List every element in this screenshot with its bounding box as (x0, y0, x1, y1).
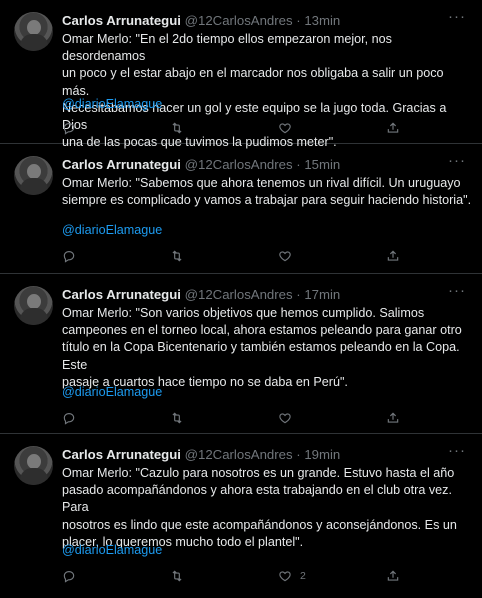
tweet-actions: 2 (62, 568, 402, 584)
avatar[interactable] (14, 446, 53, 485)
separator-dot: · (296, 157, 301, 172)
tweet-text-line: Omar Merlo: "Cazulo para nosotros es un … (62, 466, 455, 480)
tweet-timestamp[interactable]: 15min (304, 157, 340, 172)
tweet-text-line: un poco y el estar abajo en el marcador … (62, 66, 444, 98)
separator-dot: · (296, 287, 301, 302)
share-button[interactable] (386, 120, 400, 136)
avatar[interactable] (14, 156, 53, 195)
tweet-text: Omar Merlo: "Sabemos que ahora tenemos u… (62, 175, 472, 209)
heart-icon (279, 413, 291, 424)
retweet-icon (172, 122, 182, 134)
tweet-2[interactable]: Carlos Arrunategui @12CarlosAndres · 15m… (0, 144, 482, 274)
mention-link[interactable]: @diarioElamague (62, 222, 162, 239)
tweet-1[interactable]: Carlos Arrunategui @12CarlosAndres · 13m… (0, 0, 482, 149)
reply-icon (63, 571, 75, 583)
retweet-icon (172, 570, 182, 582)
reply-icon (63, 123, 75, 135)
more-icon[interactable]: ··· (448, 9, 466, 24)
tweet-actions (62, 120, 402, 136)
reply-button[interactable] (62, 248, 76, 264)
tweet-header: Carlos Arrunategui @12CarlosAndres · 19m… (62, 446, 340, 463)
tweet-text-line: siempre es complicado y vamos a trabajar… (62, 193, 472, 208)
more-icon[interactable]: ··· (448, 153, 466, 168)
retweet-button[interactable] (170, 248, 184, 264)
share-button[interactable] (386, 248, 400, 264)
tweet-timestamp[interactable]: 19min (304, 447, 340, 462)
author-handle[interactable]: @12CarlosAndres (185, 287, 293, 302)
author-handle[interactable]: @12CarlosAndres (185, 447, 293, 462)
like-button[interactable] (278, 120, 300, 136)
reply-button[interactable] (62, 410, 76, 426)
tweet-text-line: Omar Merlo: "Son varios objetivos que he… (62, 306, 425, 320)
tweet-text-line: campeones en el torneo local, ahora esta… (62, 323, 462, 338)
tweet-text: Omar Merlo: "Cazulo para nosotros es un … (62, 465, 472, 551)
mention-link[interactable]: @diarioElamague (62, 384, 162, 401)
author-name[interactable]: Carlos Arrunategui (62, 447, 181, 462)
tweet-timestamp[interactable]: 17min (304, 287, 340, 302)
retweet-button[interactable] (170, 410, 184, 426)
timeline-feed: Carlos Arrunategui @12CarlosAndres · 13m… (0, 0, 482, 598)
tweet-text-line: Omar Merlo: "Sabemos que ahora tenemos u… (62, 176, 461, 190)
author-name[interactable]: Carlos Arrunategui (62, 287, 181, 302)
retweet-icon (172, 412, 182, 424)
share-icon (387, 570, 399, 581)
avatar[interactable] (14, 286, 53, 325)
tweet-header: Carlos Arrunategui @12CarlosAndres · 13m… (62, 12, 340, 29)
heart-icon (279, 251, 291, 262)
reply-icon (63, 413, 75, 425)
separator-dot: · (296, 447, 301, 462)
tweet-text: Omar Merlo: "Son varios objetivos que he… (62, 305, 472, 391)
reply-button[interactable] (62, 568, 76, 584)
author-handle[interactable]: @12CarlosAndres (185, 13, 293, 28)
like-count: 2 (300, 570, 306, 582)
tweet-actions (62, 248, 402, 264)
more-icon[interactable]: ··· (448, 283, 466, 298)
tweet-header: Carlos Arrunategui @12CarlosAndres · 15m… (62, 156, 340, 173)
reply-button[interactable] (62, 120, 76, 136)
tweet-timestamp[interactable]: 13min (304, 13, 340, 28)
like-button[interactable] (278, 410, 300, 426)
tweet-header: Carlos Arrunategui @12CarlosAndres · 17m… (62, 286, 340, 303)
share-button[interactable] (386, 410, 400, 426)
tweet-actions (62, 410, 402, 426)
mention-link[interactable]: @diarioElamague (62, 96, 162, 113)
share-button[interactable] (386, 568, 400, 584)
tweet-text-line: pasado acompañándonos y ahora esta traba… (62, 483, 452, 515)
share-icon (387, 250, 399, 261)
tweet-text-line: título en la Copa Bicentenario y también… (62, 340, 460, 372)
tweet-3[interactable]: Carlos Arrunategui @12CarlosAndres · 17m… (0, 274, 482, 434)
tweet-text-line: nosotros es lindo que este acompañándono… (62, 517, 457, 532)
retweet-icon (172, 250, 182, 262)
share-icon (387, 122, 399, 133)
like-button[interactable]: 2 (278, 568, 306, 584)
mention-link[interactable]: @diarioElamague (62, 542, 162, 559)
retweet-button[interactable] (170, 568, 184, 584)
tweet-4[interactable]: Carlos Arrunategui @12CarlosAndres · 19m… (0, 434, 482, 598)
reply-icon (63, 251, 75, 263)
like-button[interactable] (278, 248, 300, 264)
heart-icon (279, 571, 291, 582)
more-icon[interactable]: ··· (448, 443, 466, 458)
heart-icon (279, 123, 291, 134)
author-name[interactable]: Carlos Arrunategui (62, 157, 181, 172)
tweet-text-line: Omar Merlo: "En el 2do tiempo ellos empe… (62, 32, 392, 64)
avatar[interactable] (14, 12, 53, 51)
retweet-button[interactable] (170, 120, 184, 136)
author-handle[interactable]: @12CarlosAndres (185, 157, 293, 172)
share-icon (387, 412, 399, 423)
separator-dot: · (296, 13, 301, 28)
author-name[interactable]: Carlos Arrunategui (62, 13, 181, 28)
